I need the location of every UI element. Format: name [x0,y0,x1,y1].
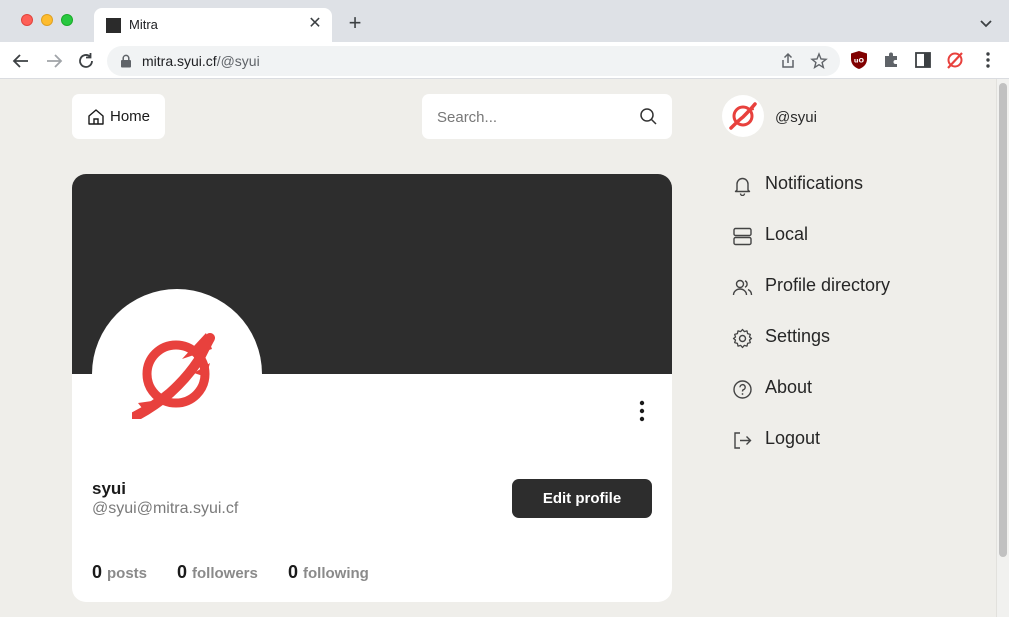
user-handle[interactable]: @syui [775,109,817,126]
reload-icon[interactable] [75,50,97,72]
back-icon[interactable] [10,50,32,72]
server-icon [733,227,752,246]
mitra-extension-icon[interactable] [945,50,965,70]
home-label: Home [110,108,151,125]
sidebar-item-local[interactable]: Local [732,221,952,251]
star-icon[interactable] [810,52,828,70]
browser-tab[interactable]: Mitra ✕ [94,8,332,42]
svg-text:uO: uO [854,57,865,65]
stat-followers[interactable]: 0 followers [177,562,258,583]
side-panel-icon[interactable] [913,50,933,70]
sidebar-item-label: Profile directory [765,275,891,295]
sidebar-item-logout[interactable]: Logout [732,425,952,455]
page-content: Home @syui Notifications Local [0,79,1009,617]
address-bar[interactable]: mitra.syui.cf/@syui [107,46,840,76]
profile-card: syui @syui@mitra.syui.cf Edit profile 0p… [72,174,672,602]
stat-posts[interactable]: 0 posts [92,562,147,583]
stat-count: 0 [288,562,299,582]
stat-label: posts [107,565,148,582]
menu-icon[interactable] [978,50,998,70]
home-icon [88,109,104,125]
profile-acct: @syui@mitra.syui.cf [92,500,239,517]
more-options-icon[interactable] [632,399,652,423]
sidebar-item-label: Settings [765,326,831,346]
tab-search-chevron-icon[interactable] [977,15,995,33]
sidebar-item-about[interactable]: About [732,374,952,404]
home-button[interactable]: Home [72,94,165,139]
mitra-logo-icon [132,333,215,419]
gear-icon [732,328,753,349]
sidebar-item-label: About [765,377,813,397]
bell-icon [734,177,751,196]
url-text: mitra.syui.cf/@syui [142,53,260,69]
stat-count: 0 [92,562,103,582]
users-icon [732,279,753,296]
search-input[interactable] [437,106,637,128]
sidebar-item-label: Local [765,224,809,244]
share-icon[interactable] [779,52,797,70]
profile-avatar [92,289,262,459]
maximize-window-button[interactable] [61,14,73,26]
stat-count: 0 [177,562,188,582]
search-box[interactable] [422,94,672,139]
new-tab-button[interactable]: + [344,12,366,34]
tab-title: Mitra [129,17,158,32]
profile-display-name: syui [92,479,127,498]
mitra-logo-icon [729,102,757,130]
edit-profile-button[interactable]: Edit profile [512,479,652,518]
user-avatar[interactable] [722,95,764,137]
ublock-icon[interactable]: uO [849,50,869,70]
question-icon [733,380,752,399]
stat-label: followers [192,565,258,582]
sidebar-item-notifications[interactable]: Notifications [732,170,952,200]
tab-close-icon[interactable]: ✕ [306,15,324,33]
puzzle-icon[interactable] [881,50,901,70]
scrollbar-thumb[interactable] [999,83,1007,557]
lock-icon [121,54,131,68]
favicon-icon [106,18,121,33]
sidebar-item-settings[interactable]: Settings [732,323,952,353]
sidebar-item-label: Notifications [765,173,864,193]
minimize-window-button[interactable] [41,14,53,26]
stat-following[interactable]: 0 following [288,562,369,583]
logout-icon [734,432,752,449]
page-scrollbar[interactable] [996,79,1009,617]
sidebar-item-profile-directory[interactable]: Profile directory [732,272,952,302]
browser-tab-bar: Mitra ✕ + [0,0,1009,42]
close-window-button[interactable] [21,14,33,26]
forward-icon[interactable] [43,50,65,72]
search-icon[interactable] [639,107,658,126]
sidebar-item-label: Logout [765,428,821,448]
stat-label: following [303,565,369,582]
